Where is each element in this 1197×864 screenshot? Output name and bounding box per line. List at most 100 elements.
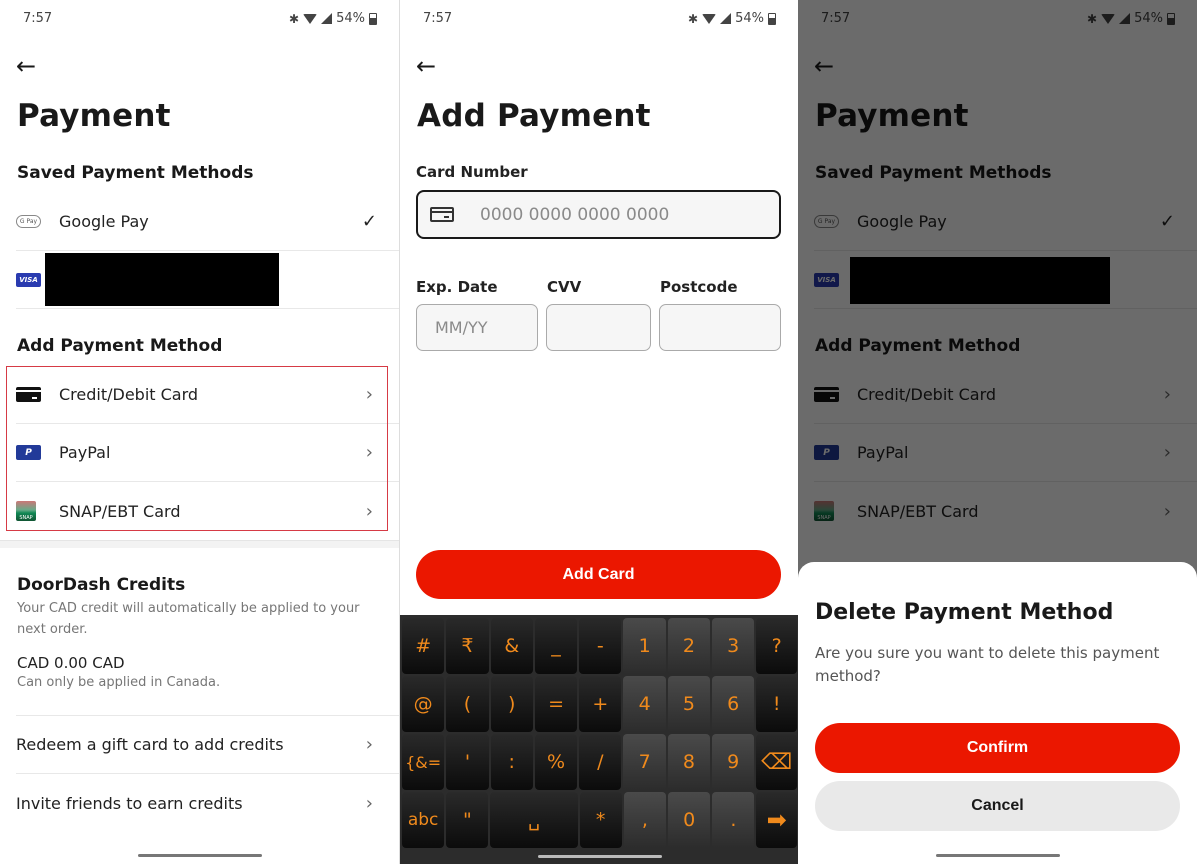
wifi-icon bbox=[702, 13, 717, 24]
key[interactable]: 6 bbox=[712, 676, 755, 732]
key[interactable]: ? bbox=[756, 618, 797, 674]
keyboard-row: # ₹ & _ - 1 2 3 ? bbox=[402, 618, 797, 675]
key[interactable]: / bbox=[579, 734, 622, 790]
highlight-box bbox=[6, 366, 388, 531]
keyboard: # ₹ & _ - 1 2 3 ? @ ( ) = + 4 5 6 ! {&= … bbox=[400, 615, 798, 864]
backspace-key-icon[interactable]: ⌫ bbox=[756, 734, 797, 790]
home-indicator[interactable] bbox=[137, 854, 262, 857]
dialog-title: Delete Payment Method bbox=[815, 600, 1114, 625]
status-time: 7:57 bbox=[23, 11, 53, 26]
status-bar: 7:57 ✱ 54% bbox=[417, 11, 776, 29]
link-label: Redeem a gift card to add credits bbox=[16, 735, 284, 754]
key[interactable]: ( bbox=[446, 676, 489, 732]
add-method-heading: Add Payment Method bbox=[17, 336, 223, 356]
card-number-field[interactable] bbox=[416, 190, 781, 239]
postcode-input[interactable] bbox=[660, 305, 780, 350]
postcode-label: Postcode bbox=[660, 278, 738, 296]
key[interactable]: {&= bbox=[402, 734, 445, 790]
cancel-button[interactable]: Cancel bbox=[815, 781, 1180, 831]
key[interactable]: _ bbox=[534, 618, 578, 674]
signal-icon bbox=[720, 13, 732, 24]
credit-card-icon bbox=[430, 207, 454, 222]
cvv-label: CVV bbox=[547, 278, 582, 296]
payment-screen: 7:57 ✱ 54% ← Payment Saved Payment Metho… bbox=[0, 0, 399, 864]
redeem-gift-card-link[interactable]: Redeem a gift card to add credits › bbox=[16, 716, 399, 774]
home-indicator[interactable] bbox=[935, 854, 1060, 857]
exp-date-field[interactable] bbox=[416, 304, 538, 351]
link-label: Invite friends to earn credits bbox=[16, 793, 243, 813]
card-number-input[interactable] bbox=[480, 204, 760, 225]
key[interactable]: - bbox=[579, 618, 622, 674]
key[interactable]: : bbox=[490, 734, 533, 790]
enter-arrow-icon[interactable]: ➡ bbox=[756, 792, 797, 848]
visa-icon: VISA bbox=[16, 272, 41, 287]
key[interactable]: 7 bbox=[623, 734, 666, 790]
keyboard-row: abc " ␣ * , 0 . ➡ bbox=[402, 792, 797, 849]
chevron-right-icon: › bbox=[365, 734, 373, 755]
exp-date-input[interactable] bbox=[417, 305, 537, 350]
add-payment-screen: 7:57 ✱ 54% ← Add Payment Card Number Exp… bbox=[399, 0, 798, 864]
abc-key[interactable]: abc bbox=[402, 792, 445, 848]
keyboard-row: {&= ' : % / 7 8 9 ⌫ bbox=[402, 734, 797, 791]
battery-percent: 54% bbox=[336, 11, 365, 26]
google-pay-icon: G Pay bbox=[16, 215, 41, 228]
key[interactable]: . bbox=[712, 792, 755, 848]
status-time: 7:57 bbox=[423, 11, 453, 26]
delete-dialog-screen: 7:57 ✱ 54% ← Payment Saved Payment Metho… bbox=[798, 0, 1197, 864]
key[interactable]: 0 bbox=[668, 792, 711, 848]
back-arrow-icon[interactable]: ← bbox=[416, 52, 436, 80]
confirm-button[interactable]: Confirm bbox=[815, 723, 1180, 773]
status-bar: 7:57 ✱ 54% bbox=[17, 11, 377, 29]
key[interactable]: ) bbox=[490, 676, 533, 732]
signal-icon bbox=[321, 13, 333, 24]
key[interactable]: ' bbox=[446, 734, 489, 790]
card-number-label: Card Number bbox=[416, 163, 528, 181]
back-arrow-icon[interactable]: ← bbox=[16, 52, 36, 80]
key[interactable]: 1 bbox=[623, 618, 666, 674]
checkmark-icon: ✓ bbox=[361, 211, 377, 232]
battery-icon bbox=[369, 12, 377, 25]
keyboard-row: @ ( ) = + 4 5 6 ! bbox=[402, 676, 797, 733]
credits-heading: DoorDash Credits bbox=[17, 575, 186, 595]
key[interactable]: 3 bbox=[712, 618, 755, 674]
key[interactable]: 9 bbox=[712, 734, 755, 790]
wifi-icon bbox=[303, 13, 318, 24]
key[interactable]: " bbox=[446, 792, 489, 848]
bluetooth-icon: ✱ bbox=[688, 11, 699, 26]
saved-method-label: Google Pay bbox=[59, 212, 149, 231]
key[interactable]: = bbox=[534, 676, 578, 732]
space-key-icon[interactable]: ␣ bbox=[490, 792, 578, 848]
battery-icon bbox=[768, 12, 776, 25]
cvv-input[interactable] bbox=[547, 305, 650, 350]
key[interactable]: @ bbox=[402, 676, 445, 732]
key[interactable]: 5 bbox=[667, 676, 711, 732]
key[interactable]: 8 bbox=[667, 734, 711, 790]
key[interactable]: * bbox=[579, 792, 622, 848]
add-card-button[interactable]: Add Card bbox=[416, 550, 781, 599]
key[interactable]: % bbox=[534, 734, 578, 790]
key[interactable]: # bbox=[402, 618, 445, 674]
saved-method-google-pay[interactable]: G Pay Google Pay ✓ bbox=[16, 193, 399, 251]
redacted-card-number bbox=[45, 253, 279, 306]
key[interactable]: ₹ bbox=[446, 618, 489, 674]
dialog-message: Are you sure you want to delete this pay… bbox=[815, 644, 1160, 685]
key[interactable]: & bbox=[490, 618, 533, 674]
credits-note: Can only be applied in Canada. bbox=[17, 675, 221, 690]
home-indicator[interactable] bbox=[537, 855, 662, 858]
saved-methods-heading: Saved Payment Methods bbox=[17, 163, 254, 183]
exp-date-label: Exp. Date bbox=[416, 278, 498, 296]
key[interactable]: ! bbox=[756, 676, 797, 732]
key[interactable]: 4 bbox=[623, 676, 666, 732]
chevron-right-icon: › bbox=[365, 792, 373, 814]
page-title: Add Payment bbox=[417, 98, 651, 134]
invite-friends-link[interactable]: Invite friends to earn credits › bbox=[16, 774, 399, 832]
page-title: Payment bbox=[17, 98, 171, 134]
key[interactable]: 2 bbox=[667, 618, 711, 674]
bluetooth-icon: ✱ bbox=[289, 11, 300, 26]
key[interactable]: + bbox=[579, 676, 622, 732]
delete-payment-dialog: Delete Payment Method Are you sure you w… bbox=[798, 562, 1197, 864]
battery-percent: 54% bbox=[735, 11, 764, 26]
cvv-field[interactable] bbox=[546, 304, 651, 351]
postcode-field[interactable] bbox=[659, 304, 781, 351]
key[interactable]: , bbox=[623, 792, 666, 848]
